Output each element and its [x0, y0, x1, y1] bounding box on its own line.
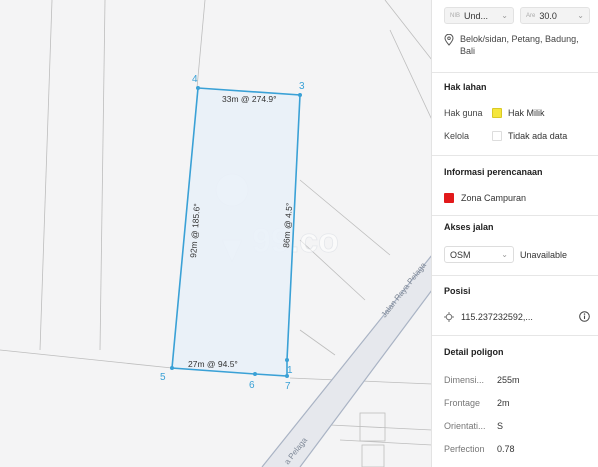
chevron-down-icon: ⌄: [501, 11, 508, 20]
kelola-swatch: [492, 131, 502, 141]
chevron-down-icon: ⌄: [577, 11, 584, 20]
divider: [432, 275, 598, 276]
vertex-label-6: 6: [249, 380, 255, 391]
divider: [432, 155, 598, 156]
detail-poligon-title: Detail poligon: [444, 347, 504, 357]
divider: [432, 215, 598, 216]
location-pin-icon: [444, 34, 454, 46]
hak-guna-row: Hak guna Hak Milik: [444, 108, 545, 118]
akses-jalan-title: Akses jalan: [444, 222, 494, 232]
vertex-label-5: 5: [160, 372, 166, 383]
road-source-select[interactable]: OSM ⌄: [444, 246, 514, 263]
zona-row: Zona Campuran: [444, 193, 590, 203]
edge-label-top: 33m @ 274.9°: [222, 94, 277, 104]
crosshair-icon: [444, 311, 454, 322]
area-select[interactable]: Are 30.0 ⌄: [520, 7, 590, 24]
zona-swatch: [444, 193, 454, 203]
area-value: 30.0: [539, 10, 557, 21]
chevron-down-icon: ⌄: [501, 250, 508, 259]
kelola-row: Kelola Tidak ada data: [444, 131, 568, 141]
detail-row: Dimensi... 255m: [444, 375, 520, 385]
info-icon[interactable]: [579, 311, 590, 322]
detail-row: Frontage 2m: [444, 398, 510, 408]
vertex-label-1: 1: [287, 365, 293, 376]
vertex-label-4: 4: [192, 74, 198, 85]
divider: [432, 72, 598, 73]
hak-milik-swatch: [492, 108, 502, 118]
nib-select[interactable]: NIB Und... ⌄: [444, 7, 514, 24]
coordinate-text: 115.237232592,...: [461, 311, 533, 322]
vertex-label-7: 7: [285, 381, 291, 392]
perencanaan-title: Informasi perencanaan: [444, 167, 543, 177]
road-access-status: Unavailable: [520, 249, 568, 260]
edge-label-bottom: 27m @ 94.5°: [188, 359, 238, 369]
map-canvas: Jalan Raya Pelaga a Pelaga 99.co 33m @ 2…: [0, 0, 432, 467]
map-view[interactable]: Jalan Raya Pelaga a Pelaga 99.co 33m @ 2…: [0, 0, 432, 467]
parcel-info-panel: NIB Und... ⌄ Are 30.0 ⌄ Belok/sidan, Pet…: [431, 0, 598, 467]
detail-row: Perfection 0.78: [444, 444, 515, 454]
location-text: Belok/sidan, Petang, Badung, Bali: [460, 34, 579, 56]
posisi-title: Posisi: [444, 286, 471, 296]
nib-value: Und...: [464, 10, 489, 21]
vertex-label-3: 3: [299, 81, 305, 92]
divider: [432, 335, 598, 336]
detail-row: Orientati... S: [444, 421, 504, 431]
hak-lahan-title: Hak lahan: [444, 82, 487, 92]
